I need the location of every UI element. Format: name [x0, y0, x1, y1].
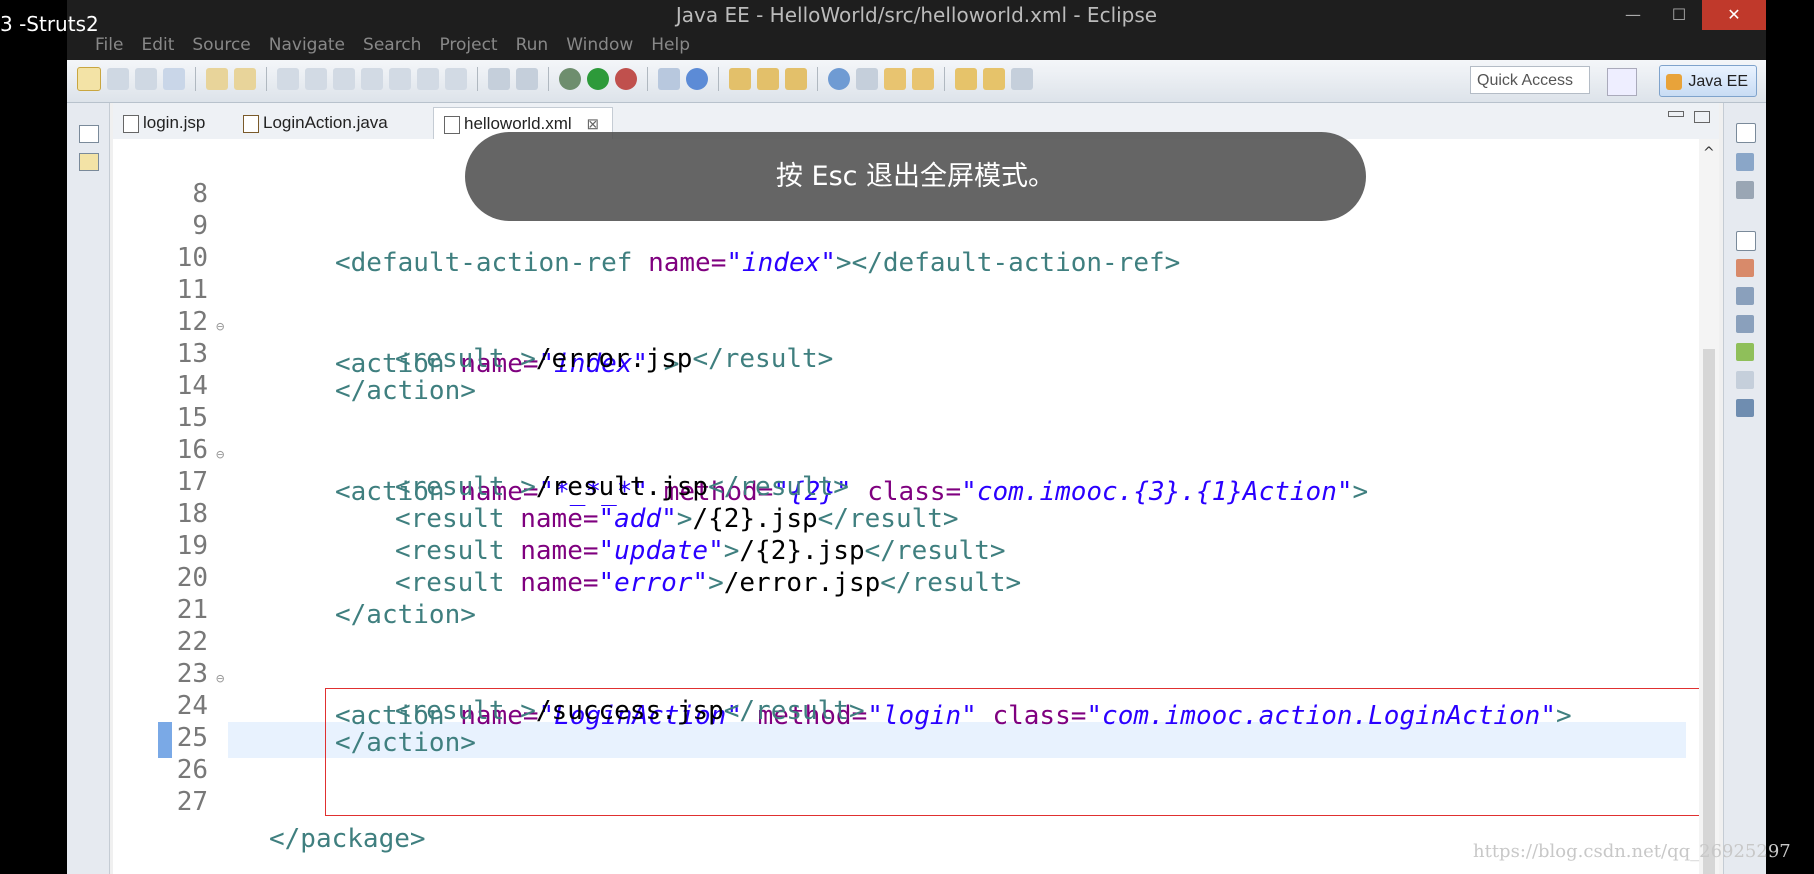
vertical-scrollbar[interactable]: ^: [1699, 139, 1719, 874]
step-into-icon[interactable]: [389, 68, 411, 90]
run-external-icon[interactable]: [615, 68, 637, 90]
menu-edit[interactable]: Edit: [141, 35, 174, 55]
debug-icon[interactable]: [559, 68, 581, 90]
step-over-icon[interactable]: [417, 68, 439, 90]
back-icon[interactable]: [955, 68, 977, 90]
menu-window[interactable]: Window: [566, 35, 633, 55]
maximize-editor-icon[interactable]: [1694, 111, 1710, 123]
minimize-editor-icon[interactable]: [1668, 111, 1684, 117]
java-file-icon: [243, 115, 259, 133]
save-all-icon[interactable]: [135, 68, 157, 90]
toolbar-separator: [944, 67, 945, 91]
menu-help[interactable]: Help: [651, 35, 690, 55]
toolbar-separator: [195, 67, 196, 91]
open-type-icon[interactable]: [206, 68, 228, 90]
properties-icon[interactable]: [1736, 287, 1754, 305]
new-java-project-icon[interactable]: [729, 68, 751, 90]
line-number: 27: [176, 787, 208, 817]
new-class-icon[interactable]: [785, 68, 807, 90]
title-bar: Java EE - HelloWorld/src/helloworld.xml …: [67, 0, 1766, 30]
menu-search[interactable]: Search: [363, 35, 421, 55]
console-icon[interactable]: [488, 68, 510, 90]
scrollbar-thumb[interactable]: [1703, 349, 1715, 874]
web-browser-icon[interactable]: [828, 68, 850, 90]
menu-bar: File Edit Source Navigate Search Project…: [67, 30, 1766, 60]
server-icon[interactable]: [686, 68, 708, 90]
toolbar-separator: [477, 67, 478, 91]
tab-label: login.jsp: [143, 113, 206, 132]
outline-icon[interactable]: [1736, 153, 1754, 171]
watermark: https://blog.csdn.net/qq_26925297: [1473, 841, 1791, 862]
data-source-icon[interactable]: [1736, 343, 1754, 361]
close-tab-icon[interactable]: ⊠: [586, 116, 599, 133]
suspend-icon[interactable]: [333, 68, 355, 90]
resume-icon[interactable]: [305, 68, 327, 90]
menu-source[interactable]: Source: [192, 35, 250, 55]
print-icon[interactable]: [163, 68, 185, 90]
snippets-icon[interactable]: [1736, 371, 1754, 389]
menu-navigate[interactable]: Navigate: [269, 35, 345, 55]
scroll-up-icon[interactable]: ^: [1703, 145, 1715, 161]
code-line: 27 </package>: [113, 747, 1719, 854]
markers-icon[interactable]: [1736, 259, 1754, 277]
code-area[interactable]: 8 9 <default-action-ref name="index"></d…: [113, 139, 1719, 874]
window-controls: — ☐ ✕: [1610, 0, 1766, 30]
main-toolbar: Quick Access Java EE: [67, 60, 1766, 103]
open-resource-icon[interactable]: [234, 68, 256, 90]
new-icon[interactable]: [77, 67, 101, 91]
toolbar-separator: [548, 67, 549, 91]
toolbar-separator: [817, 67, 818, 91]
terminate-icon[interactable]: [361, 68, 383, 90]
step-return-icon[interactable]: [445, 68, 467, 90]
jsp-file-icon: [123, 115, 139, 133]
forward-back-icon[interactable]: [983, 68, 1005, 90]
save-icon[interactable]: [107, 68, 129, 90]
skip-breakpoints-icon[interactable]: [277, 68, 299, 90]
menu-project[interactable]: Project: [439, 35, 497, 55]
window-title: Java EE - HelloWorld/src/helloworld.xml …: [675, 3, 1158, 27]
toolbar-icons: [77, 67, 1033, 91]
new-package-icon[interactable]: [757, 68, 779, 90]
search-icon[interactable]: [856, 68, 878, 90]
restore-icon[interactable]: [79, 125, 99, 143]
tab-loginaction-java[interactable]: LoginAction.java: [233, 107, 403, 139]
task-list-icon[interactable]: [1736, 181, 1754, 199]
tab-login-jsp[interactable]: login.jsp: [113, 107, 223, 139]
run-icon[interactable]: [587, 68, 609, 90]
toolbar-separator: [266, 67, 267, 91]
forward-icon[interactable]: [1011, 68, 1033, 90]
project-explorer-icon[interactable]: [79, 153, 99, 171]
restore-icon[interactable]: [1736, 123, 1756, 143]
tab-label: helloworld.xml: [464, 114, 572, 133]
close-icon[interactable]: ✕: [1702, 0, 1766, 30]
xml-file-icon: [444, 116, 460, 134]
java-ee-perspective-button[interactable]: Java EE: [1659, 65, 1757, 97]
pin-icon[interactable]: [884, 68, 906, 90]
right-trim-bar: [1723, 103, 1766, 874]
java-ee-icon: [1666, 74, 1682, 90]
menu-run[interactable]: Run: [516, 35, 549, 55]
video-title: 3 ​​​​​-​​Struts2: [0, 12, 99, 36]
next-annotation-icon[interactable]: [912, 68, 934, 90]
open-perspective-icon[interactable]: [1607, 68, 1637, 96]
maximize-icon[interactable]: ☐: [1656, 0, 1702, 30]
tab-label: LoginAction.java: [263, 113, 388, 132]
code-token: </package>: [269, 824, 426, 854]
deploy-icon[interactable]: [658, 68, 680, 90]
fullscreen-exit-toast: 按 Esc 退出全屏模式。: [465, 132, 1366, 221]
left-trim-bar: [67, 103, 110, 874]
console-view-icon[interactable]: [1736, 399, 1754, 417]
restore-icon[interactable]: [1736, 231, 1756, 251]
toolbar-separator: [718, 67, 719, 91]
minimize-icon[interactable]: —: [1610, 0, 1656, 30]
toolbar-separator: [647, 67, 648, 91]
servers-icon[interactable]: [1736, 315, 1754, 333]
terminal-icon[interactable]: [516, 68, 538, 90]
quick-access-input[interactable]: Quick Access: [1470, 66, 1590, 94]
perspective-label: Java EE: [1688, 73, 1748, 90]
menu-file[interactable]: File: [95, 35, 123, 55]
